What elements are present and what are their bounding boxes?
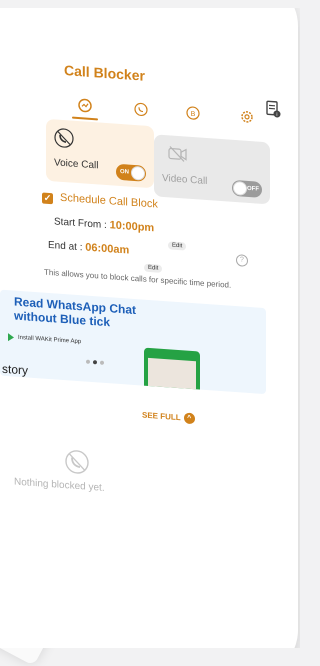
edit-end-button[interactable]: Edit	[144, 264, 162, 273]
active-tab-indicator	[72, 117, 98, 121]
end-label: End at :	[48, 240, 82, 253]
start-label: Start From :	[54, 216, 107, 231]
app-screen: Call Blocker B	[6, 14, 288, 648]
carousel-dots	[86, 360, 104, 365]
carousel-dot-active[interactable]	[93, 360, 97, 364]
ad-phone-image	[144, 348, 200, 395]
see-full-button[interactable]: SEE FULL ^	[142, 410, 195, 425]
end-row: End at : 06:00am	[48, 239, 129, 257]
history-heading: story	[2, 362, 28, 378]
video-call-toggle[interactable]: OFF	[232, 180, 262, 198]
phone-frame: Call Blocker B	[0, 8, 300, 648]
blocked-empty-icon	[64, 448, 90, 476]
ad-subtext: Install WAKit Prime App	[18, 335, 81, 345]
voice-call-label: Voice Call	[54, 157, 98, 171]
carousel-dot[interactable]	[86, 360, 90, 364]
tab-whatsapp[interactable]	[128, 97, 154, 123]
tab-settings[interactable]	[234, 104, 260, 130]
messenger-icon	[78, 98, 92, 113]
schedule-checkbox[interactable]: ✓	[42, 193, 53, 205]
svg-text:B: B	[191, 111, 196, 118]
video-call-label: Video Call	[162, 173, 207, 187]
toggle-state-label: ON	[120, 169, 129, 176]
ad-headline: Read WhatsApp Chat without Blue tick	[14, 295, 164, 333]
voice-call-icon	[54, 127, 74, 148]
toggle-state-label: OFF	[247, 186, 259, 193]
tab-business[interactable]: B	[180, 100, 206, 126]
svg-text:i: i	[276, 112, 277, 118]
end-time: 06:00am	[85, 242, 129, 257]
see-full-label: SEE FULL	[142, 411, 181, 423]
voice-call-toggle[interactable]: ON	[116, 164, 146, 182]
whatsapp-icon	[134, 102, 148, 117]
report-button[interactable]: i	[260, 96, 286, 122]
empty-state-text: Nothing blocked yet.	[14, 477, 105, 494]
settings-icon	[240, 109, 254, 124]
voice-call-card[interactable]: Voice Call ON	[46, 119, 154, 189]
edit-start-button[interactable]: Edit	[168, 241, 186, 250]
ad-chat-preview	[148, 358, 196, 394]
chevron-up-icon: ^	[184, 412, 195, 424]
app-title: Call Blocker	[64, 62, 145, 84]
toggle-knob	[233, 181, 247, 196]
video-call-card[interactable]: Video Call OFF	[154, 134, 270, 204]
business-icon: B	[186, 106, 200, 121]
carousel-dot[interactable]	[100, 361, 104, 365]
play-store-icon	[8, 333, 14, 341]
ad-banner[interactable]: Read WhatsApp Chat without Blue tick Ins…	[0, 290, 266, 395]
toggle-knob	[131, 166, 145, 181]
report-icon: i	[265, 99, 281, 118]
schedule-title: Schedule Call Block	[60, 192, 158, 211]
help-icon[interactable]: ?	[236, 254, 248, 267]
tab-messenger[interactable]	[72, 93, 98, 119]
start-row: Start From : 10:00pm	[54, 215, 154, 234]
start-time: 10:00pm	[110, 219, 155, 234]
video-call-icon	[168, 145, 188, 162]
